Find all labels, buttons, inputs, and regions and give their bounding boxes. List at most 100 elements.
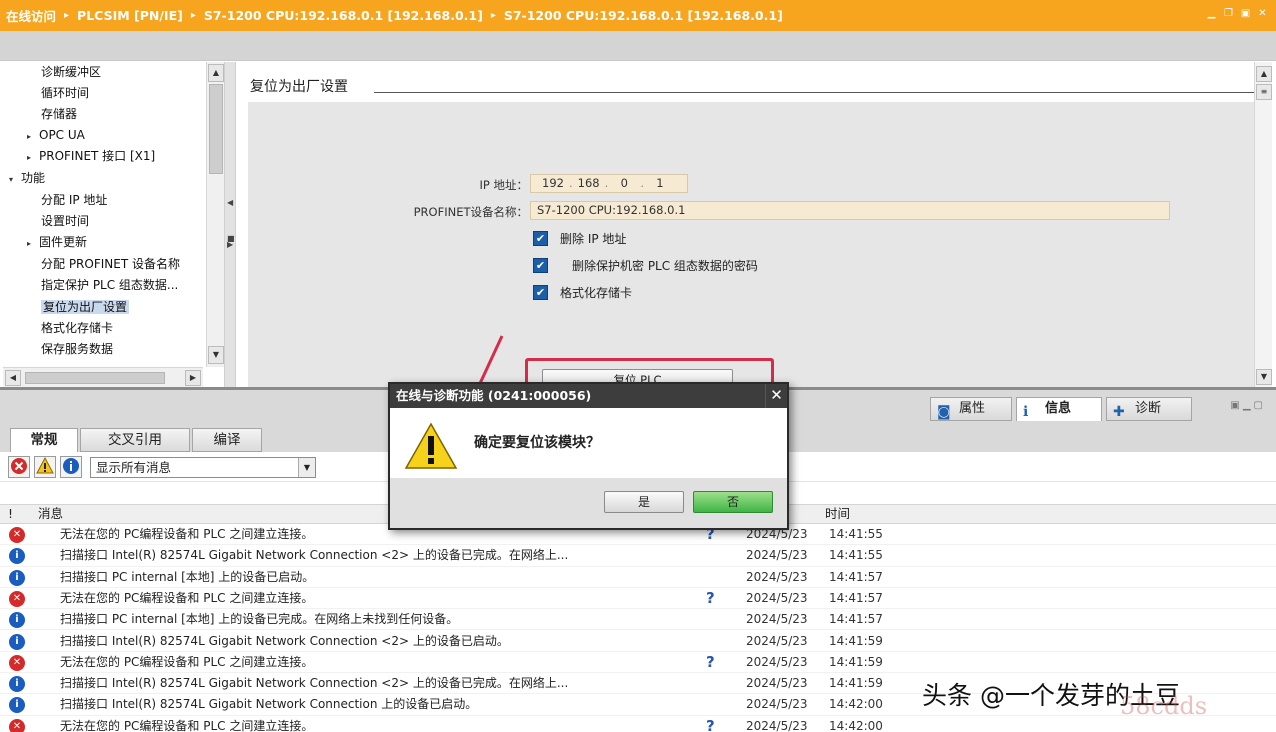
table-row[interactable]: i 扫描接口 PC internal [本地] 上的设备已完成。在网络上未找到任何…: [0, 609, 1276, 631]
breadcrumb-separator: ▸: [190, 10, 196, 21]
ip-address-label: IP 地址：: [479, 178, 528, 192]
no-button[interactable]: 否: [693, 491, 773, 513]
tree-vertical-scrollbar[interactable]: ▲ ▼: [206, 62, 224, 367]
tree-item-diagnostic-buffer[interactable]: 诊断缓冲区: [41, 62, 101, 83]
collapse-arrow-icon[interactable]: ▾: [9, 169, 21, 190]
subtab-cross-references[interactable]: 交叉引用: [80, 428, 190, 452]
checkbox-checked-icon[interactable]: ✔: [533, 284, 548, 300]
scroll-right-icon[interactable]: ▶: [185, 370, 201, 386]
row-time: 14:41:57: [829, 590, 883, 605]
info-icon: i: [9, 612, 25, 629]
section-divider: [374, 92, 1254, 93]
table-row[interactable]: i 扫描接口 Intel(R) 82574L Gigabit Network Co…: [0, 545, 1276, 567]
tree-item-factory-reset[interactable]: 复位为出厂设置: [41, 297, 130, 318]
column-header-time[interactable]: 时间: [825, 505, 850, 523]
help-icon[interactable]: ?: [706, 588, 715, 609]
pane-splitter[interactable]: ◀ ■ ▶: [224, 62, 236, 387]
tree-item-opc-ua[interactable]: ▸ OPC UA: [27, 125, 85, 146]
checkbox-checked-icon[interactable]: ✔: [533, 257, 548, 273]
scroll-up-icon[interactable]: ▲: [208, 64, 224, 82]
message-filter-dropdown[interactable]: 显示所有消息 ▼: [90, 457, 316, 478]
help-icon[interactable]: ?: [706, 716, 715, 732]
help-icon[interactable]: ?: [706, 652, 715, 673]
expand-arrow-icon[interactable]: ▸: [27, 126, 39, 147]
tree-item-memory[interactable]: 存储器: [41, 104, 77, 125]
option-delete-ip[interactable]: ✔ 删除 IP 地址: [533, 229, 626, 247]
info-icon: i: [9, 697, 25, 714]
inspector-window-controls[interactable]: ▣▁▢: [1230, 400, 1266, 411]
tree-item-assign-profinet-name[interactable]: 分配 PROFINET 设备名称: [41, 254, 180, 275]
expand-arrow-icon[interactable]: ▸: [27, 233, 39, 254]
scroll-down-icon[interactable]: ▼: [208, 346, 224, 364]
expand-right-icon[interactable]: ▶: [227, 240, 233, 249]
tree-item-profinet-interface[interactable]: ▸ PROFINET 接口 [X1]: [27, 146, 155, 167]
filter-info-button[interactable]: [60, 456, 82, 478]
option-delete-password[interactable]: ✔ 删除保护机密 PLC 组态数据的密码: [533, 256, 758, 274]
breadcrumb-cpu-1[interactable]: S7-1200 CPU:192.168.0.1 [192.168.0.1]: [204, 8, 483, 23]
row-time: 14:41:55: [829, 527, 883, 541]
dialog-message: 确定要复位该模块？: [474, 435, 600, 451]
option-label: 删除保护机密 PLC 组态数据的密码: [572, 258, 758, 273]
row-date: 2024/5/23: [746, 654, 808, 669]
breadcrumb-plcsim[interactable]: PLCSIM [PN/IE]: [77, 8, 183, 23]
filter-warnings-button[interactable]: [34, 456, 56, 478]
row-date: 2024/5/23: [746, 548, 808, 563]
tree-item-functions[interactable]: ▾ 功能: [9, 168, 45, 189]
scroll-left-icon[interactable]: ◀: [5, 370, 21, 386]
tree-item-format-card[interactable]: 格式化存储卡: [41, 318, 113, 339]
scroll-up-icon[interactable]: ▲: [1256, 66, 1272, 82]
tree-item-save-service-data[interactable]: 保存服务数据: [41, 339, 113, 360]
ip-octet-4[interactable]: 1: [644, 175, 676, 192]
section-title: 复位为出厂设置: [250, 79, 348, 95]
yes-button[interactable]: 是: [604, 491, 684, 513]
column-header-severity[interactable]: !: [8, 505, 13, 523]
close-icon[interactable]: ✕: [765, 384, 787, 408]
ip-octet-2[interactable]: 168: [573, 175, 605, 192]
breadcrumb-online-access[interactable]: 在线访问: [6, 6, 56, 25]
table-row[interactable]: ✕ 无法在您的 PC编程设备和 PLC 之间建立连接。? 2024/5/23 14:4…: [0, 652, 1276, 674]
tree-item-set-time[interactable]: 设置时间: [41, 211, 89, 232]
table-row[interactable]: ✕ 无法在您的 PC编程设备和 PLC 之间建立连接。? 2024/5/23 14:4…: [0, 716, 1276, 732]
filter-errors-button[interactable]: [8, 456, 30, 478]
restore-icon[interactable]: ❐: [1223, 8, 1234, 19]
checkbox-checked-icon[interactable]: ✔: [533, 230, 548, 246]
tree-horizontal-scrollbar[interactable]: ◀ ▶: [3, 367, 203, 387]
subtab-compile[interactable]: 编译: [192, 428, 262, 452]
tab-label: 属性: [959, 401, 986, 416]
table-row[interactable]: i 扫描接口 Intel(R) 82574L Gigabit Network Co…: [0, 631, 1276, 652]
row-message: 无法在您的 PC编程设备和 PLC 之间建立连接。: [60, 590, 314, 605]
table-row[interactable]: i 扫描接口 PC internal [本地] 上的设备已启动。 2024/5/23…: [0, 567, 1276, 588]
collapse-left-icon[interactable]: ◀: [227, 198, 233, 207]
ip-octet-1[interactable]: 192: [537, 175, 569, 192]
info-icon: i: [9, 676, 25, 693]
confirm-reset-dialog: 在线与诊断功能 (0241:000056) ✕ 确定要复位该模块？ 是 否: [388, 382, 789, 530]
tree-item-cycle-time[interactable]: 循环时间: [41, 83, 89, 104]
profinet-name-field[interactable]: S7-1200 CPU:192.168.0.1: [530, 201, 1170, 220]
scroll-grip-icon[interactable]: ≡: [1256, 84, 1272, 100]
subtab-general[interactable]: 常规: [10, 428, 78, 452]
option-label: 删除 IP 地址: [560, 231, 627, 246]
error-icon: ✕: [9, 654, 25, 671]
tab-info[interactable]: ℹ 信息: [1016, 397, 1102, 421]
tree-item-protect-config[interactable]: 指定保护 PLC 组态数据...: [41, 275, 178, 296]
tab-properties[interactable]: ◙ 属性: [930, 397, 1012, 421]
scroll-thumb[interactable]: [209, 84, 223, 174]
tree-item-assign-ip[interactable]: 分配 IP 地址: [41, 190, 107, 211]
main-vertical-scrollbar[interactable]: ▲ ≡ ▼: [1254, 62, 1272, 387]
scroll-thumb[interactable]: [25, 372, 165, 384]
ip-octet-3[interactable]: 0: [608, 175, 640, 192]
close-icon[interactable]: ✕: [1257, 8, 1268, 19]
chevron-down-icon[interactable]: ▼: [298, 458, 315, 477]
column-header-message[interactable]: 消息: [38, 505, 63, 523]
scroll-down-icon[interactable]: ▼: [1256, 369, 1272, 385]
minimize-icon[interactable]: ▁: [1206, 8, 1217, 19]
expand-arrow-icon[interactable]: ▸: [27, 147, 39, 168]
breadcrumb-cpu-2[interactable]: S7-1200 CPU:192.168.0.1 [192.168.0.1]: [504, 8, 783, 23]
error-icon: ✕: [9, 527, 25, 543]
float-icon[interactable]: ▣: [1240, 8, 1251, 19]
ip-address-field[interactable]: 192. 168. 0. 1: [530, 174, 688, 193]
tab-diagnostics[interactable]: ✚ 诊断: [1106, 397, 1192, 421]
option-format-card[interactable]: ✔ 格式化存储卡: [533, 283, 632, 301]
table-row[interactable]: ✕ 无法在您的 PC编程设备和 PLC 之间建立连接。? 2024/5/23 14:4…: [0, 588, 1276, 610]
tree-item-firmware-update[interactable]: ▸ 固件更新: [27, 232, 87, 253]
